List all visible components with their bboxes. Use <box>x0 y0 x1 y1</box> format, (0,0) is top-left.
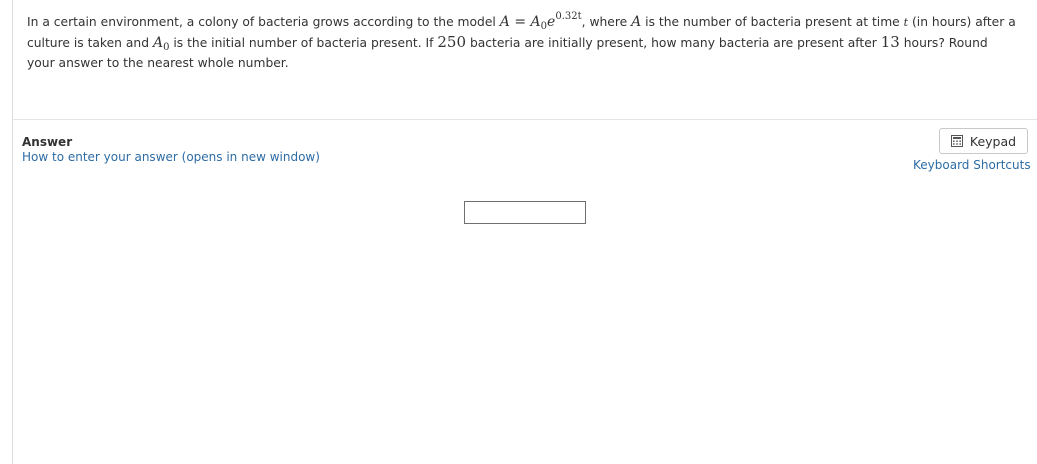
variable-a0: A <box>152 35 164 51</box>
how-to-enter-answer-link[interactable]: How to enter your answer (opens in new w… <box>22 150 320 164</box>
initial-count: 250 <box>437 33 467 51</box>
model-equals: = <box>509 14 531 30</box>
model-a-subscript: 0 <box>540 21 548 32</box>
question-part-6: bacteria are initially present, how many… <box>466 36 881 50</box>
question-part-2: , where <box>581 15 632 29</box>
variable-a: A <box>631 14 642 30</box>
section-divider <box>13 119 1037 120</box>
question-part-3: is the number of bacteria present at tim… <box>641 15 904 29</box>
keyboard-shortcuts-link[interactable]: Keyboard Shortcuts <box>913 158 1031 172</box>
keypad-label: Keypad <box>969 133 1017 149</box>
model-a: A <box>530 14 541 30</box>
question-page: In a certain environment, a colony of ba… <box>12 0 1037 464</box>
model-exponent: 0.32t <box>555 11 582 22</box>
hours-value: 13 <box>880 33 900 51</box>
variable-a0-subscript: 0 <box>163 42 170 53</box>
keypad-button[interactable]: Keypad <box>939 128 1028 154</box>
question-text: In a certain environment, a colony of ba… <box>27 11 1017 73</box>
question-part-5: is the initial number of bacteria presen… <box>169 36 438 50</box>
answer-input[interactable] <box>464 201 586 224</box>
model-formula: A = A0e0.32t <box>499 11 582 32</box>
answer-label: Answer <box>22 135 73 149</box>
calculator-icon <box>950 135 963 147</box>
question-part-1: In a certain environment, a colony of ba… <box>27 15 500 29</box>
model-lhs: A <box>499 14 510 30</box>
